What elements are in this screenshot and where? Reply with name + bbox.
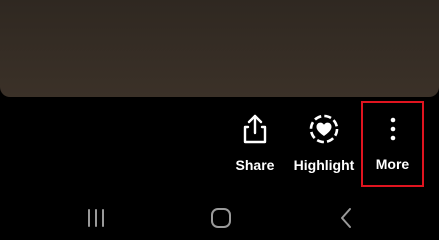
back-icon	[339, 207, 353, 234]
share-icon	[235, 109, 275, 149]
highlight-label: Highlight	[293, 157, 355, 173]
recent-apps-button[interactable]	[81, 208, 111, 232]
system-nav-bar	[0, 200, 439, 240]
home-icon	[210, 207, 232, 234]
more-button[interactable]: More	[361, 101, 424, 187]
highlight-button[interactable]: Highlight	[293, 100, 355, 188]
highlight-heart-icon	[304, 109, 344, 149]
home-button[interactable]	[206, 207, 236, 234]
share-button[interactable]: Share	[230, 100, 280, 188]
share-label: Share	[235, 157, 275, 173]
media-preview[interactable]	[0, 0, 439, 97]
back-button[interactable]	[331, 207, 361, 234]
more-label: More	[375, 156, 410, 172]
recent-apps-icon	[86, 208, 106, 233]
screen: Share Highlight More	[0, 0, 439, 240]
more-vertical-icon	[373, 109, 413, 149]
action-bar: Share Highlight More	[0, 100, 439, 188]
